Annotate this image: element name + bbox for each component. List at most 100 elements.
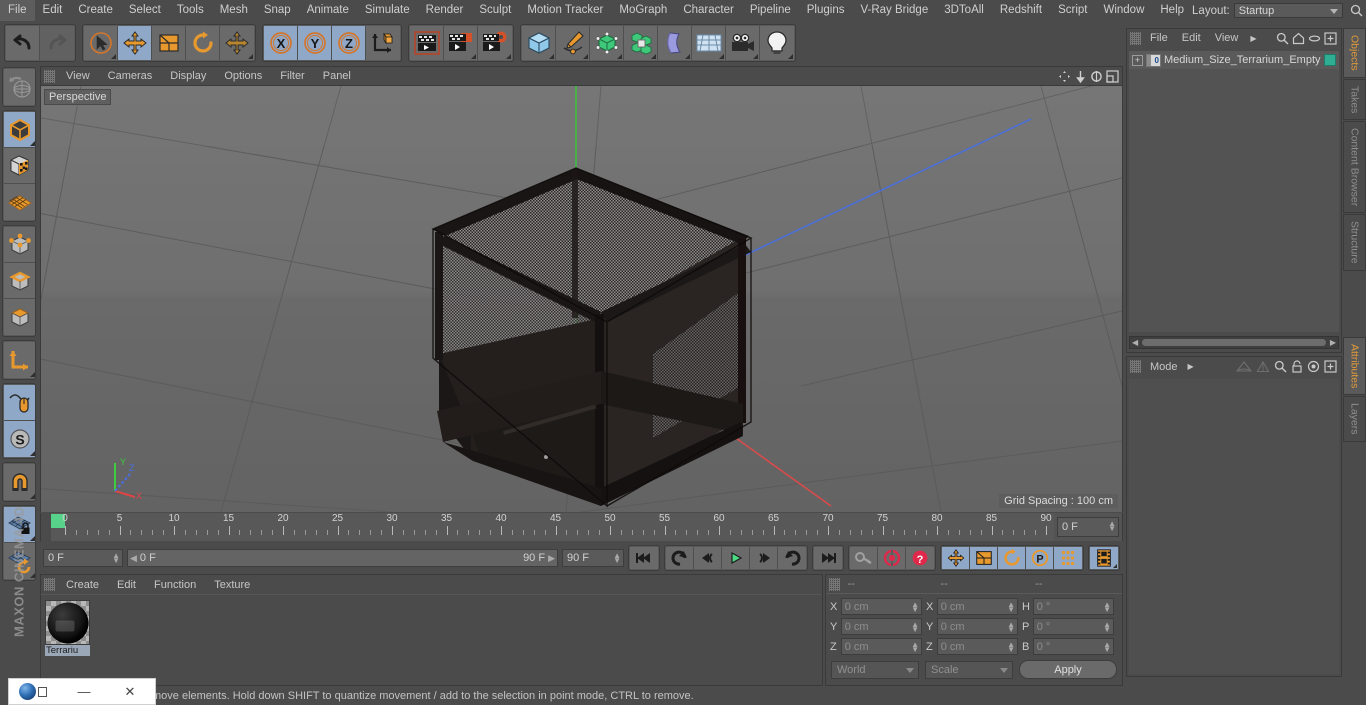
preview-range-bar[interactable]: ◀ 0 F 90 F ▶	[127, 549, 558, 567]
subdivision-surface-button[interactable]	[590, 25, 624, 60]
record-active-objects-button[interactable]	[878, 547, 906, 569]
material-list[interactable]: Terrariu	[41, 595, 822, 661]
model-mode-button[interactable]	[4, 112, 35, 148]
live-selection-button[interactable]	[84, 25, 118, 60]
spinner-icon[interactable]: ▲ ▼	[613, 552, 621, 565]
menu-tools[interactable]: Tools	[169, 0, 212, 21]
render-picture-viewer-button[interactable]	[444, 25, 478, 60]
polygons-mode-button[interactable]	[4, 299, 35, 335]
search-icon[interactable]	[1347, 2, 1366, 20]
undo-button[interactable]	[6, 25, 40, 60]
panel-tab-objects[interactable]: Objects	[1343, 28, 1366, 78]
spinner-icon[interactable]: ▲ ▼	[1007, 601, 1015, 614]
objmgr-menu-file[interactable]: File	[1143, 29, 1175, 48]
record-rotation-button[interactable]	[998, 547, 1026, 569]
scrollbar-thumb[interactable]	[1142, 339, 1326, 346]
spline-pen-button[interactable]	[556, 25, 590, 60]
move-tool-button[interactable]	[118, 25, 152, 60]
keyframe-selection-button[interactable]: ?	[906, 547, 934, 569]
ellipse-icon[interactable]	[1308, 32, 1321, 45]
world-object-axis-button[interactable]	[366, 25, 400, 60]
viewport-menu-options[interactable]: Options	[215, 67, 271, 86]
panel-grip-icon[interactable]	[44, 69, 55, 83]
object-row[interactable]: +0 Medium_Size_Terrarium_Empty	[1129, 51, 1339, 69]
menu-simulate[interactable]: Simulate	[357, 0, 418, 21]
layout-dropdown[interactable]: Startup	[1233, 3, 1344, 18]
render-settings-button[interactable]	[478, 25, 512, 60]
material-menu-create[interactable]: Create	[57, 575, 108, 595]
material-thumbnail[interactable]	[45, 600, 90, 645]
menu-select[interactable]: Select	[121, 0, 169, 21]
undo-view-button[interactable]	[4, 69, 35, 105]
spinner-icon[interactable]: ▲ ▼	[911, 641, 919, 654]
viewport-solo-button[interactable]	[4, 385, 35, 421]
home-icon[interactable]	[1292, 32, 1305, 45]
size-input[interactable]: 0 cm ▲ ▼	[936, 598, 1018, 615]
menu-snap[interactable]: Snap	[256, 0, 299, 21]
search-icon[interactable]	[1276, 32, 1289, 45]
menu-create[interactable]: Create	[70, 0, 121, 21]
plus-box-icon[interactable]	[1324, 360, 1337, 373]
apply-button[interactable]: Apply	[1019, 660, 1117, 679]
scale-tool-button[interactable]	[152, 25, 186, 60]
magnet-button[interactable]	[4, 464, 35, 500]
position-input[interactable]: 0 cm ▲ ▼	[840, 618, 922, 635]
render-view-button[interactable]	[410, 25, 444, 60]
play-backwards-loop-button[interactable]	[666, 547, 694, 569]
menu-help[interactable]: Help	[1152, 0, 1192, 21]
attribute-manager-body[interactable]	[1129, 379, 1339, 674]
minimize-button[interactable]: —	[61, 679, 107, 704]
viewport-3d-canvas[interactable]: Perspective Y X Z Grid Spacing: 100 cm	[41, 86, 1122, 512]
menu-v-ray-bridge[interactable]: V-Ray Bridge	[852, 0, 936, 21]
previous-frame-button[interactable]	[694, 547, 722, 569]
timeline-ruler[interactable]: 0 5 10 15 20 25 30 35 40 45 50 55 60 65 70 75 80 85 90	[51, 513, 1054, 541]
material-tag[interactable]	[1324, 54, 1336, 66]
menu-plugins[interactable]: Plugins	[799, 0, 853, 21]
spinner-icon[interactable]: ▲ ▼	[1103, 641, 1111, 654]
next-frame-button[interactable]	[750, 547, 778, 569]
menu-redshift[interactable]: Redshift	[992, 0, 1050, 21]
panel-tab-layers[interactable]: Layers	[1343, 396, 1366, 442]
viewport-menu-cameras[interactable]: Cameras	[99, 67, 162, 86]
axis-x-button[interactable]: X	[264, 25, 298, 60]
viewport-menu-view[interactable]: View	[57, 67, 99, 86]
maximize-view-icon[interactable]	[1105, 69, 1119, 83]
rotate-tool-button[interactable]	[186, 25, 220, 60]
scroll-right-arrow-icon[interactable]: ▶	[1330, 338, 1336, 347]
light-button[interactable]	[760, 25, 794, 60]
record-scale-button[interactable]	[970, 547, 998, 569]
size-input[interactable]: 0 cm ▲ ▼	[936, 618, 1018, 635]
mograph-cloner-button[interactable]	[624, 25, 658, 60]
app-orb-icon[interactable]	[19, 683, 36, 700]
move-secondary-button[interactable]	[220, 25, 254, 60]
floor-environment-button[interactable]	[692, 25, 726, 60]
object-tree[interactable]: +0 Medium_Size_Terrarium_Empty	[1129, 51, 1339, 332]
record-position-button[interactable]	[942, 547, 970, 569]
workplane-mode-button[interactable]	[4, 184, 35, 220]
spinner-icon[interactable]: ▲ ▼	[112, 552, 120, 565]
autokeying-button[interactable]	[850, 547, 878, 569]
viewport-menu-panel[interactable]: Panel	[314, 67, 360, 86]
range-left-arrow-icon[interactable]: ◀	[130, 553, 137, 564]
objmgr-menu-view[interactable]: View	[1208, 29, 1246, 48]
position-input[interactable]: 0 cm ▲ ▼	[840, 598, 922, 615]
rotate-view-icon[interactable]	[1089, 69, 1103, 83]
cone-icon[interactable]	[1236, 360, 1252, 373]
menu-script[interactable]: Script	[1050, 0, 1095, 21]
menu-character[interactable]: Character	[675, 0, 742, 21]
menu-motion-tracker[interactable]: Motion Tracker	[519, 0, 611, 21]
object-manager-more-menu[interactable]: ▶	[1245, 29, 1261, 48]
rotation-input[interactable]: 0 ° ▲ ▼	[1032, 638, 1114, 655]
close-button[interactable]: ✕	[107, 679, 153, 704]
panel-tab-takes[interactable]: Takes	[1343, 78, 1366, 121]
timeline-frame-field[interactable]: 0 F ▲ ▼	[1057, 517, 1119, 537]
menu-3dtoall[interactable]: 3DToAll	[936, 0, 992, 21]
points-mode-button[interactable]	[4, 227, 35, 263]
spinner-icon[interactable]: ▲ ▼	[911, 601, 919, 614]
panel-tab-content-browser[interactable]: Content Browser	[1343, 121, 1366, 214]
menu-pipeline[interactable]: Pipeline	[742, 0, 799, 21]
timeline-grip[interactable]	[41, 513, 51, 541]
menu-sculpt[interactable]: Sculpt	[471, 0, 519, 21]
pan-view-icon[interactable]	[1057, 69, 1071, 83]
play-forward-loop-button[interactable]	[778, 547, 806, 569]
